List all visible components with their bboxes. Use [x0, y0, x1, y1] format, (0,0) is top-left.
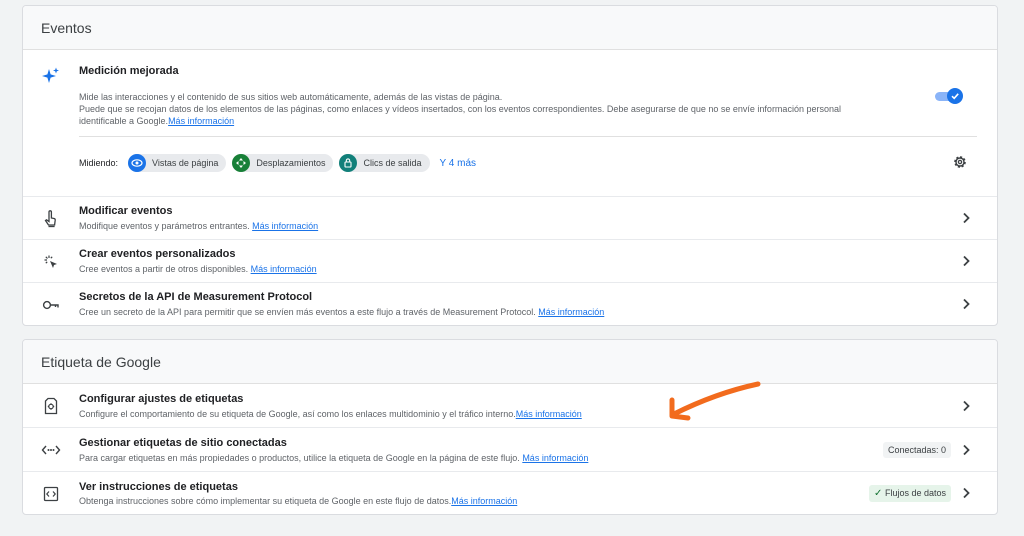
midiendo-row: Midiendo: Vistas de página Desplazamient…: [79, 154, 476, 172]
ver-instrucciones-row[interactable]: Ver instrucciones de etiquetas Obtenga i…: [23, 472, 997, 514]
medicion-desc-line2: Puede que se recojan datos de los elemen…: [79, 104, 841, 114]
chip-vistas-pagina[interactable]: Vistas de página: [128, 154, 227, 172]
medicion-title: Medición mejorada: [79, 65, 179, 77]
chip-desplazamientos-label: Desplazamientos: [256, 158, 326, 168]
code-dots-icon: [41, 440, 61, 460]
check-icon: ✓: [874, 488, 883, 499]
toggle-check-icon: [947, 88, 963, 104]
key-icon: [41, 295, 61, 315]
etiqueta-header-title: Etiqueta de Google: [41, 353, 161, 370]
chevron-right-icon: [963, 487, 970, 499]
medicion-desc-line3: identificable a Google.Más información: [79, 116, 234, 126]
code-document-icon: [41, 484, 61, 504]
eventos-header: Eventos: [23, 6, 997, 50]
crear-desc-text: Cree eventos a partir de otros disponibl…: [79, 264, 249, 274]
configurar-title: Configurar ajustes de etiquetas: [79, 393, 244, 405]
medicion-mejorada-section: Medición mejorada Mide las interacciones…: [23, 50, 997, 197]
gestionar-title: Gestionar etiquetas de sitio conectadas: [79, 437, 287, 449]
configurar-ajustes-row[interactable]: Configurar ajustes de etiquetas Configur…: [23, 384, 997, 428]
modificar-desc: Modifique eventos y parámetros entrantes…: [79, 221, 318, 231]
crear-more-info-link[interactable]: Más información: [251, 264, 317, 274]
configurar-desc-text: Configure el comportamiento de su etique…: [79, 409, 516, 419]
chevron-right-icon: [963, 400, 970, 412]
cursor-click-icon: [41, 252, 61, 272]
gestionar-more-info-link[interactable]: Más información: [522, 453, 588, 463]
touch-hand-icon: [41, 209, 61, 229]
eventos-card: Eventos Medición mejorada Mide las inter…: [22, 5, 998, 326]
medicion-toggle[interactable]: [935, 88, 965, 104]
secretos-title: Secretos de la API de Measurement Protoc…: [79, 291, 313, 303]
ver-desc-text: Obtenga instrucciones sobre cómo impleme…: [79, 496, 452, 506]
midiendo-label: Midiendo:: [79, 158, 119, 168]
crear-eventos-row[interactable]: Crear eventos personalizados Cree evento…: [23, 240, 997, 283]
chip-clics-label: Clics de salida: [363, 158, 422, 168]
sparkle-icon: [41, 66, 61, 86]
configurar-more-info-link[interactable]: Más información: [516, 409, 582, 419]
scroll-arrows-icon: [232, 154, 251, 172]
gestionar-etiquetas-row[interactable]: Gestionar etiquetas de sitio conectadas …: [23, 428, 997, 472]
crear-title: Crear eventos personalizados: [79, 248, 236, 260]
chevron-right-icon: [963, 444, 970, 456]
secretos-more-info-link[interactable]: Más información: [538, 307, 604, 317]
medicion-more-info-link[interactable]: Más información: [168, 116, 234, 126]
secretos-desc-text: Cree un secreto de la API para permitir …: [79, 307, 536, 317]
chevron-right-icon: [963, 298, 970, 310]
more-measures-link[interactable]: Y 4 más: [440, 158, 477, 169]
eye-icon: [128, 154, 147, 172]
annotation-arrow-icon: [669, 381, 761, 421]
ver-desc: Obtenga instrucciones sobre cómo impleme…: [79, 496, 517, 506]
modificar-more-info-link[interactable]: Más información: [252, 221, 318, 231]
lock-icon: [339, 154, 358, 172]
gestionar-desc: Para cargar etiquetas en más propiedades…: [79, 453, 588, 463]
tag-settings-icon: [41, 396, 61, 416]
medicion-desc-line3-text: identificable a Google.: [79, 116, 169, 126]
modificar-desc-text: Modifique eventos y parámetros entrantes…: [79, 221, 250, 231]
etiqueta-google-card: Etiqueta de Google Configurar ajustes de…: [22, 339, 998, 515]
flujos-datos-label: Flujos de datos: [884, 488, 946, 498]
conectadas-badge: Conectadas: 0: [882, 442, 951, 458]
ver-title: Ver instrucciones de etiquetas: [79, 481, 238, 493]
eventos-header-title: Eventos: [41, 19, 92, 36]
flujos-datos-badge: ✓ Flujos de datos: [869, 485, 951, 502]
medicion-desc-line1: Mide las interacciones y el contenido de…: [79, 92, 503, 102]
secretos-api-row[interactable]: Secretos de la API de Measurement Protoc…: [23, 283, 997, 325]
gear-icon[interactable]: [952, 154, 968, 170]
crear-desc: Cree eventos a partir de otros disponibl…: [79, 264, 317, 274]
modificar-eventos-row[interactable]: Modificar eventos Modifique eventos y pa…: [23, 197, 997, 240]
ver-more-info-link[interactable]: Más información: [451, 496, 517, 506]
chip-vistas-label: Vistas de página: [152, 158, 219, 168]
chevron-right-icon: [963, 212, 970, 224]
gestionar-desc-text: Para cargar etiquetas en más propiedades…: [79, 453, 520, 463]
secretos-desc: Cree un secreto de la API para permitir …: [79, 307, 604, 317]
medicion-divider: [79, 136, 977, 137]
etiqueta-header: Etiqueta de Google: [23, 340, 997, 384]
chip-desplazamientos[interactable]: Desplazamientos: [232, 154, 334, 172]
modificar-title: Modificar eventos: [79, 205, 173, 217]
chevron-right-icon: [963, 255, 970, 267]
chip-clics-salida[interactable]: Clics de salida: [339, 154, 430, 172]
configurar-desc: Configure el comportamiento de su etique…: [79, 409, 582, 419]
